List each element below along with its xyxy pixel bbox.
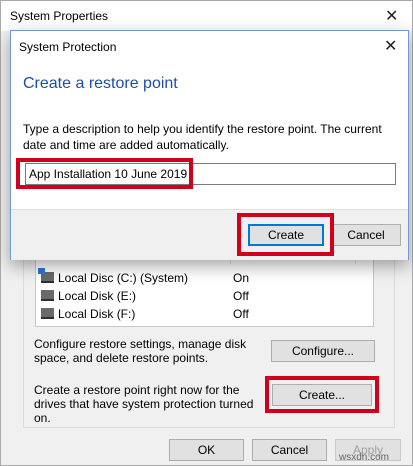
- drive-name: Local Disk (E:): [58, 289, 137, 303]
- configure-button[interactable]: Configure...: [271, 340, 375, 362]
- dialog-heading: Create a restore point: [23, 75, 178, 92]
- dialog-cancel-button[interactable]: Cancel: [331, 224, 401, 246]
- ok-button[interactable]: OK: [169, 439, 244, 461]
- close-icon[interactable]: ✕: [384, 36, 397, 56]
- drive-row-f[interactable]: Local Disk (F:) Off: [36, 305, 356, 323]
- drive-name: Local Disc (C:) (System): [58, 271, 189, 285]
- drive-row-c[interactable]: Local Disc (C:) (System) On: [36, 268, 356, 287]
- drive-protection: Off: [233, 289, 249, 303]
- drive-protection: Off: [233, 307, 249, 321]
- drive-icon: [41, 308, 54, 319]
- create-button[interactable]: Create: [248, 224, 324, 246]
- drive-protection: On: [233, 271, 250, 285]
- create-restore-point-button[interactable]: Create...: [272, 384, 372, 406]
- drive-name: Local Disk (F:): [58, 307, 136, 321]
- system-properties-title: System Properties: [10, 9, 109, 23]
- dialog-footer: Create Cancel: [11, 209, 408, 260]
- dialog-description: Type a description to help you identify …: [23, 122, 382, 152]
- system-properties-titlebar: System Properties ✕: [1, 1, 412, 31]
- configure-description: Configure restore settings, manage disk …: [34, 337, 247, 365]
- watermark: wsxdn.com: [339, 452, 390, 463]
- system-protection-dialog: System Protection ✕ Create a restore poi…: [10, 30, 409, 260]
- drive-list[interactable]: Available Drives Protection Local Disc (…: [35, 249, 374, 327]
- drive-icon: [41, 290, 54, 301]
- create-description: Create a restore point right now for the…: [34, 383, 254, 425]
- drive-row-e[interactable]: Local Disk (E:) Off: [36, 287, 356, 305]
- cancel-button[interactable]: Cancel: [252, 439, 327, 461]
- system-drive-icon: [38, 268, 54, 283]
- restore-point-name-input[interactable]: [25, 163, 396, 185]
- dialog-title: System Protection: [19, 40, 117, 54]
- close-icon[interactable]: ✕: [385, 6, 398, 26]
